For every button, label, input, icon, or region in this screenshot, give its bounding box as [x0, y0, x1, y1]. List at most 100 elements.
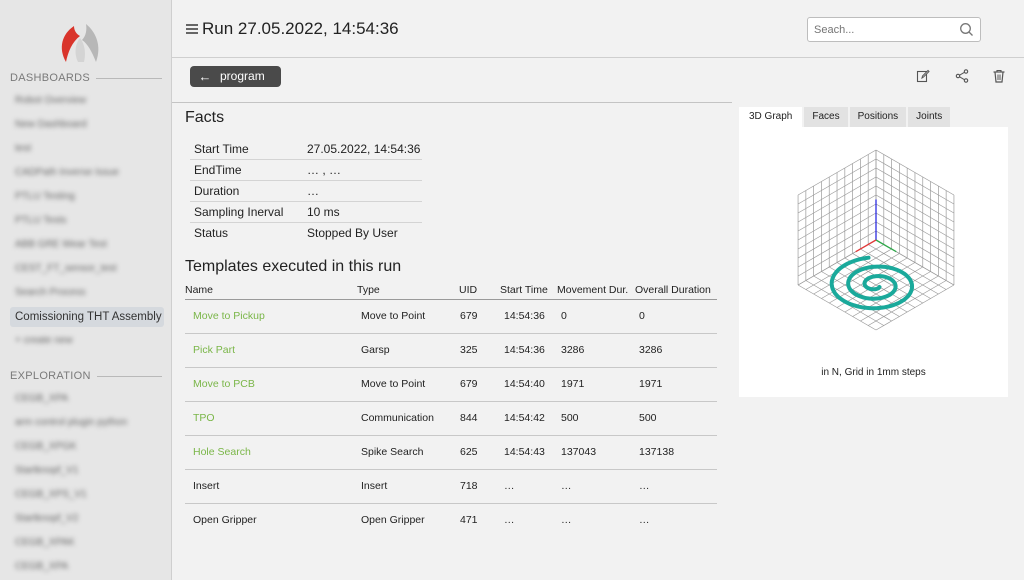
template-name-link[interactable]: Move to Pickup [185, 299, 357, 334]
sidebar-item[interactable]: ABB GRE Wear Test [10, 235, 164, 255]
cell-start: … [504, 514, 515, 527]
column-header[interactable]: Name [185, 283, 357, 300]
cell-overall: 0 [635, 299, 717, 334]
sidebar-item[interactable]: PTLU Testing [10, 187, 164, 207]
facts-heading: Facts [185, 109, 225, 126]
column-header[interactable]: UID [459, 283, 500, 300]
cell-start: 14:54:36 [500, 333, 557, 368]
sidebar-item[interactable]: Comissioning THT Assembly [10, 307, 164, 327]
template-name-link: Insert [185, 469, 357, 504]
sidebar-item[interactable]: Startknopf_V1 [10, 461, 164, 481]
sidebar-item[interactable]: CEGB_XPGK [10, 437, 164, 457]
cell-start: 14:54:42 [500, 401, 557, 436]
sidebar-item[interactable]: Search Process [10, 283, 164, 303]
table-row[interactable]: TPO Communication 844 14:54:42 500 500 [185, 401, 717, 436]
sidebar-item[interactable]: CADPath Inverse Issue [10, 163, 164, 183]
fact-label: Sampling Inerval [190, 201, 303, 223]
cell-type: Spike Search [357, 435, 459, 470]
cell-type: Garsp [357, 333, 459, 368]
sidebar-section-label: DASHBOARDS [10, 72, 91, 84]
sidebar-item[interactable]: CEGB_XPAK [10, 533, 164, 553]
sidebar-item[interactable]: arm control plugin python [10, 413, 164, 433]
z-axis-line [855, 239, 877, 253]
cell-movement: 137043 [557, 435, 635, 470]
table-row[interactable]: Insert Insert 718……… [185, 469, 717, 504]
section-rule [96, 375, 162, 377]
templates-table: Name Type UID Start Time Movement Dur. Overal… [185, 283, 717, 537]
sidebar-item[interactable]: CEGB_XPS_V1 [10, 485, 164, 505]
menu-icon[interactable] [186, 24, 198, 34]
search-icon[interactable] [959, 22, 974, 37]
cell-start: 14:54:36 [500, 299, 557, 334]
graph-tabs: 3D Graph Faces Positions Joints [739, 107, 952, 127]
fact-label: Status [194, 225, 229, 240]
edit-icon[interactable] [916, 69, 930, 83]
sidebar-item[interactable]: CEGB_XPA [10, 389, 164, 409]
sidebar-item[interactable]: test [10, 139, 164, 159]
search-input[interactable] [807, 17, 981, 42]
cell-uid: 325 [459, 333, 500, 368]
cell-type: Move to Point [357, 299, 459, 334]
cell-uid: 471 [460, 514, 478, 527]
template-name-link[interactable]: Pick Part [185, 333, 357, 368]
table-row[interactable]: Move to PCB Move to Point 679 14:54:40 1971 1… [185, 367, 717, 402]
table-row[interactable]: Hole Search Spike Search 625 14:54:43 137043… [185, 435, 717, 470]
tab-joints[interactable]: Joints [908, 107, 951, 127]
facts-row: Sampling Inerval 10 ms [190, 201, 422, 223]
cell-uid: 718 [459, 469, 500, 504]
fact-label: Start Time [190, 139, 303, 161]
table-row[interactable]: Move to Pickup Move to Point 679 14:54:36 0 0 [185, 299, 717, 334]
facts-table: Start Time 27.05.2022, 14:54:36 EndTime… ,… [190, 139, 422, 243]
column-header[interactable]: Type [357, 283, 459, 300]
column-header[interactable]: Overall Duration [635, 283, 717, 300]
sidebar: DASHBOARDS Robot Overview New Dashboard tes… [0, 0, 172, 580]
cell-type: Open Gripper [361, 514, 425, 527]
sidebar-item[interactable]: PTLU Tests [10, 211, 164, 231]
cell-movement: 1971 [557, 367, 635, 402]
fact-label: EndTime [190, 159, 303, 182]
fact-value: … [303, 180, 422, 202]
trash-icon[interactable] [992, 69, 1006, 83]
template-name-link[interactable]: Move to PCB [185, 367, 357, 402]
fact-value: … , … [303, 159, 422, 182]
sidebar-item[interactable]: CEST_FT_sensor_test [10, 259, 164, 279]
back-to-program-button[interactable]: ← program [190, 66, 281, 87]
3d-graph[interactable] [739, 127, 1008, 367]
cell-type: Move to Point [357, 367, 459, 402]
sidebar-item[interactable]: New Dashboard [10, 115, 164, 135]
cell-start: 14:54:40 [500, 367, 557, 402]
sidebar-item[interactable]: Robot Overview [10, 91, 164, 111]
facts-row: Start Time 27.05.2022, 14:54:36 [190, 139, 422, 161]
main-content: Run 27.05.2022, 14:54:36 ← program Facts… [172, 0, 1024, 580]
template-name-link[interactable]: Hole Search [185, 435, 357, 470]
tab-positions[interactable]: Positions [849, 107, 907, 127]
column-header[interactable]: Start Time [500, 283, 557, 300]
share-icon[interactable] [955, 69, 969, 83]
cell-movement: … [557, 469, 635, 504]
cell-overall: 1971 [635, 367, 717, 402]
facts-row: EndTime… , … [190, 159, 422, 182]
sidebar-item[interactable]: Startknopf_V2 [10, 509, 164, 529]
cell-start: 14:54:43 [500, 435, 557, 470]
back-button-label: program [220, 69, 265, 83]
table-row[interactable]: Pick Part Garsp 325 14:54:36 3286 3286 [185, 333, 717, 368]
cell-uid: 625 [459, 435, 500, 470]
sidebar-item[interactable]: + create new [10, 331, 164, 351]
fact-value: 27.05.2022, 14:54:36 [303, 139, 422, 161]
sidebar-section-title: DASHBOARDS [10, 72, 162, 84]
cell-movement: … [561, 514, 572, 527]
tab-3d-graph[interactable]: 3D Graph [739, 107, 803, 127]
template-name-link[interactable]: TPO [185, 401, 357, 436]
brand-logo-icon[interactable] [56, 22, 106, 64]
sidebar-item[interactable]: CEGB_XPA [10, 557, 164, 577]
facts-row: Status Stopped By User [190, 222, 422, 243]
section-rule [96, 77, 162, 79]
cell-overall: 137138 [635, 435, 717, 470]
tab-faces[interactable]: Faces [804, 107, 848, 127]
sidebar-section-title: EXPLORATION [10, 370, 162, 382]
fact-value: 10 ms [303, 201, 422, 223]
cell-uid: 679 [459, 367, 500, 402]
table-row[interactable]: Open Gripper Open Gripper 471……… [185, 503, 717, 537]
column-header[interactable]: Movement Dur. [557, 283, 635, 300]
cell-overall: … [635, 469, 717, 504]
